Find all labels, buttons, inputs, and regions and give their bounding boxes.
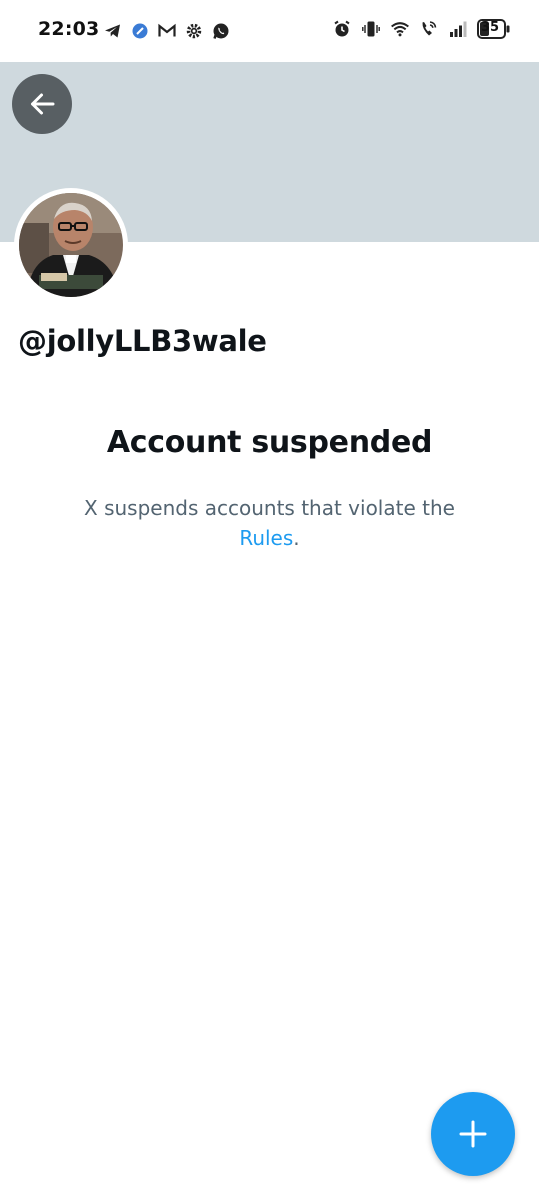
whatsapp-icon: [213, 23, 229, 39]
settings-icon: [186, 23, 202, 39]
battery-level: 35: [480, 20, 500, 35]
vibrate-icon: [362, 21, 380, 37]
arrow-left-icon: [31, 93, 55, 115]
suspended-message-text: X suspends accounts that violate the: [84, 496, 455, 520]
wifi-call-icon: [422, 21, 437, 36]
signal-icon: [450, 21, 467, 37]
plus-icon: [459, 1120, 487, 1148]
gmail-icon: [158, 23, 176, 37]
suspended-message: X suspends accounts that violate the Rul…: [60, 493, 479, 553]
notification-icons: [103, 21, 231, 41]
system-icons: 35: [332, 19, 511, 39]
battery-icon: 35: [477, 19, 511, 39]
suspended-title: Account suspended: [106, 425, 433, 460]
rules-link[interactable]: Rules: [239, 526, 293, 550]
profile-handle: @jollyLLB3wale: [18, 324, 267, 358]
avatar[interactable]: [14, 188, 128, 302]
back-button[interactable]: [12, 74, 72, 134]
suspended-message-end: .: [293, 526, 300, 550]
status-time: 22:03: [38, 18, 100, 40]
alarm-icon: [334, 20, 350, 37]
app-icon: [132, 23, 148, 39]
wifi-icon: [391, 22, 409, 37]
status-bar: 22:03 35: [0, 0, 539, 62]
compose-button[interactable]: [431, 1092, 515, 1176]
telegram-icon: [105, 24, 120, 38]
avatar-photo: [19, 193, 123, 297]
